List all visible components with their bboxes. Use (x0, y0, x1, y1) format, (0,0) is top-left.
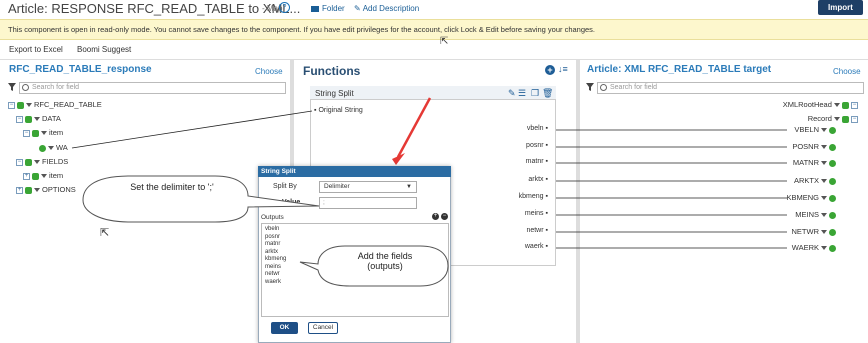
callout-fields-line1: Add the fields (357, 251, 413, 261)
mouse-cursor-icon: ⇱ (100, 227, 110, 239)
callout-delimiter-text: Set the delimiter to ';' (130, 182, 214, 192)
callout-bubbles (82, 175, 449, 287)
callout-fields-line2: (outputs) (367, 261, 403, 271)
callout-fields-text: Add the fields (outputs) (330, 251, 440, 271)
